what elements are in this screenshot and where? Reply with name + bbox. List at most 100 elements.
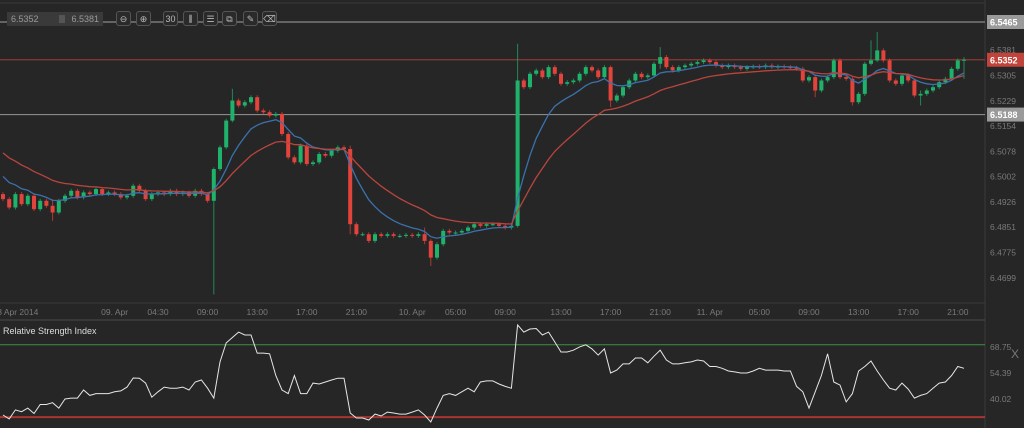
candle-down xyxy=(640,74,644,77)
candle-down xyxy=(708,60,712,62)
candle-down xyxy=(367,234,371,241)
price-tick-label: 6.5078 xyxy=(990,146,1016,156)
candle-down xyxy=(559,74,563,84)
candle-up xyxy=(875,50,879,60)
candle-up xyxy=(826,77,830,80)
candle-up xyxy=(373,234,377,241)
price-tick-label: 6.5002 xyxy=(990,172,1016,182)
candle-up xyxy=(633,74,637,81)
candle-up xyxy=(683,65,687,67)
candle-up xyxy=(212,169,216,201)
candle-up xyxy=(931,87,935,90)
candlestick-type-icon[interactable]: ⫼ xyxy=(183,11,198,26)
rsi-line xyxy=(3,325,964,422)
candle-up xyxy=(311,162,315,164)
candle-down xyxy=(881,50,885,60)
candle-down xyxy=(844,77,848,79)
edit-icon[interactable]: ✎ xyxy=(243,11,258,26)
rsi-tick-label: 54.39 xyxy=(990,368,1012,378)
candle-up xyxy=(317,154,321,162)
candle-up xyxy=(658,57,662,64)
timeframe-button[interactable]: 30 xyxy=(163,11,178,26)
candle-down xyxy=(522,80,526,87)
time-tick-label: 09:00 xyxy=(798,307,820,317)
candle-down xyxy=(51,206,55,213)
candle-down xyxy=(237,101,241,106)
bid-ask-readout: 6.5352 6.5381 xyxy=(7,12,103,26)
time-tick-label: 13:00 xyxy=(247,307,269,317)
candle-up xyxy=(224,121,228,148)
candle-up xyxy=(925,91,929,94)
candle-up xyxy=(243,102,247,105)
indicators-icon[interactable]: ☰ xyxy=(203,11,218,26)
rsi-tick-label: 68.75 xyxy=(990,342,1012,352)
candle-up xyxy=(69,191,73,196)
candle-down xyxy=(596,70,600,77)
candle-down xyxy=(88,192,92,194)
candle-up xyxy=(571,80,575,82)
candle-up xyxy=(689,64,693,66)
candle-up xyxy=(330,151,334,156)
time-tick-label: 13:00 xyxy=(848,307,870,317)
time-tick-label: 17:00 xyxy=(600,307,622,317)
candle-down xyxy=(410,235,414,236)
time-tick-label: 21:00 xyxy=(346,307,368,317)
candle-down xyxy=(912,80,916,95)
chart-toolbar: 6.5352 6.5381 ⊖ ⊕ 30 ⫼ ☰ ⧉ ✎ ⌫ xyxy=(0,10,300,28)
candle-up xyxy=(956,60,960,68)
candle-up xyxy=(491,224,495,225)
rsi-title: Relative Strength Index xyxy=(3,326,97,336)
zoom-out-icon[interactable]: ⊖ xyxy=(116,11,131,26)
candle-up xyxy=(584,67,588,74)
price-tick-label: 6.5305 xyxy=(990,70,1016,80)
moving-average-fast xyxy=(3,65,964,238)
level-price-label: 6.5188 xyxy=(990,110,1018,120)
time-tick-label: 09:00 xyxy=(197,307,219,317)
candle-up xyxy=(602,67,606,77)
candle-up xyxy=(578,74,582,81)
copy-icon[interactable]: ⧉ xyxy=(222,11,237,26)
candle-down xyxy=(739,67,743,69)
time-tick-label: 13:00 xyxy=(550,307,572,317)
candle-down xyxy=(286,134,290,157)
candle-up xyxy=(528,74,532,87)
zoom-in-icon[interactable]: ⊕ xyxy=(136,11,151,26)
candle-down xyxy=(144,191,148,199)
candle-up xyxy=(962,60,966,61)
eraser-icon[interactable]: ⌫ xyxy=(262,11,277,26)
candle-up xyxy=(361,234,365,235)
candle-down xyxy=(7,199,11,207)
candle-down xyxy=(32,196,36,209)
candle-down xyxy=(497,224,501,226)
price-tick-label: 6.4699 xyxy=(990,273,1016,283)
candle-down xyxy=(671,67,675,70)
candle-up xyxy=(472,224,476,227)
price-tick-label: 6.5154 xyxy=(990,121,1016,131)
candle-up xyxy=(398,236,402,237)
price-tick-label: 6.4851 xyxy=(990,222,1016,232)
candle-down xyxy=(379,234,383,236)
time-tick-label: 08 Apr 2014 xyxy=(0,307,39,317)
ask-price: 6.5381 xyxy=(71,12,99,26)
candle-up xyxy=(230,101,234,121)
price-chart[interactable]: 6.53816.53056.52296.51546.50786.50026.49… xyxy=(0,0,1024,428)
candle-up xyxy=(249,97,253,102)
time-tick-label: 09:00 xyxy=(495,307,517,317)
candle-down xyxy=(590,67,594,70)
candle-up xyxy=(695,62,699,64)
candle-up xyxy=(565,82,569,84)
time-tick-label: 21:00 xyxy=(650,307,672,317)
candle-up xyxy=(900,75,904,83)
time-tick-label: 05:00 xyxy=(749,307,771,317)
bid-price: 6.5352 xyxy=(11,12,39,26)
candle-up xyxy=(466,228,470,231)
candle-up xyxy=(547,67,551,77)
candle-up xyxy=(652,64,656,76)
candle-up xyxy=(621,87,625,95)
close-rsi-button[interactable]: X xyxy=(1011,347,1019,361)
candle-up xyxy=(57,201,61,213)
spread-marker xyxy=(59,15,65,23)
candle-down xyxy=(292,157,296,162)
price-tick-label: 6.4926 xyxy=(990,197,1016,207)
candle-down xyxy=(44,201,48,206)
